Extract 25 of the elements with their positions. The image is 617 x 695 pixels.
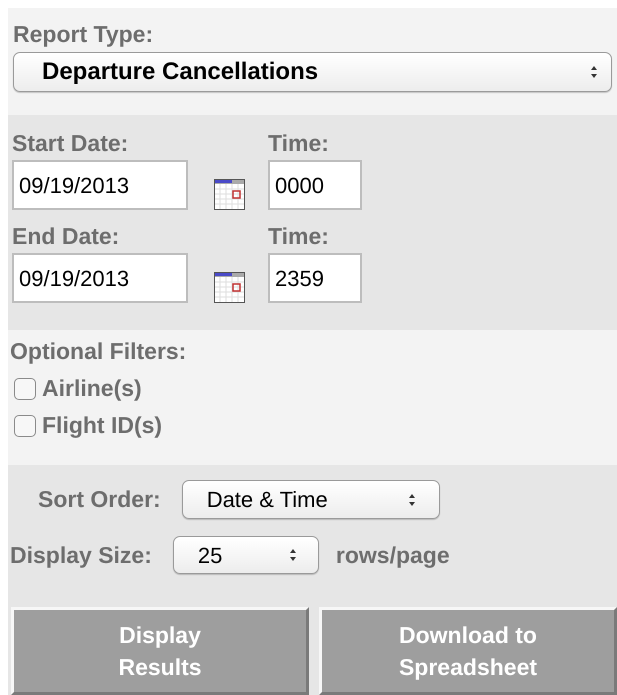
sort-order-label: Sort Order:	[38, 488, 161, 511]
start-date-field[interactable]: 09/19/2013	[12, 160, 188, 210]
checkbox[interactable]	[14, 414, 36, 436]
checkbox-label: Flight ID(s)	[42, 414, 162, 437]
stepper-arrows-icon	[589, 64, 599, 80]
display-size-select[interactable]: 25	[172, 536, 319, 574]
start-time-field[interactable]: 0000	[268, 160, 362, 210]
stepper-arrows-icon	[406, 492, 417, 508]
end-date-label: End Date:	[12, 225, 120, 248]
checkbox[interactable]	[14, 378, 36, 400]
sort-order-select[interactable]: Date & Time	[182, 480, 440, 519]
stepper-arrows-icon	[288, 547, 298, 563]
time-label: Time:	[268, 132, 330, 155]
calendar-icon[interactable]	[214, 272, 244, 303]
optional-filters-label: Optional Filters:	[10, 340, 188, 363]
checkbox-label: Airline(s)	[42, 377, 142, 400]
calendar-icon[interactable]	[214, 179, 244, 210]
start-date-label: Start Date:	[12, 132, 130, 155]
rows-per-page-label: rows/page	[336, 544, 450, 566]
report-type-select[interactable]: Departure Cancellations	[13, 52, 612, 92]
end-date-field[interactable]: 09/19/2013	[12, 253, 188, 303]
report-type-label: Report Type:	[13, 23, 154, 46]
time-label: Time:	[268, 225, 330, 248]
end-time-field[interactable]: 2359	[268, 253, 362, 303]
display-size-label: Display Size:	[10, 544, 152, 566]
